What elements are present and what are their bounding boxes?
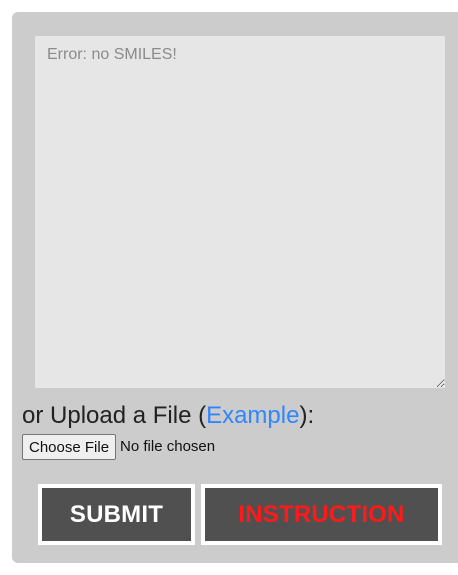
example-link[interactable]: Example	[206, 402, 299, 429]
instruction-button[interactable]: INSTRUCTION	[201, 484, 442, 545]
choose-file-button[interactable]: Choose File	[22, 434, 117, 460]
smiles-input[interactable]	[35, 36, 445, 388]
upload-file-label: or Upload a File (Example):	[22, 401, 314, 431]
file-status-text: No file chosen	[120, 438, 216, 455]
submit-button[interactable]: SUBMIT	[38, 484, 195, 545]
file-input: Choose File No file chosen	[22, 434, 215, 460]
upload-suffix-text: ):	[299, 402, 315, 429]
upload-prefix-text: or Upload a File (	[22, 402, 207, 429]
